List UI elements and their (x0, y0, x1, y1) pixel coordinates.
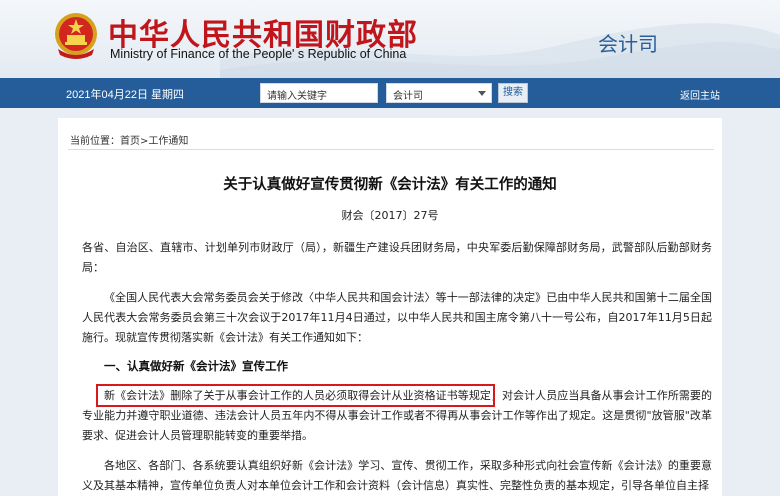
article-title: 关于认真做好宣传贯彻新《会计法》有关工作的通知 (223, 177, 557, 193)
intro-paragraph: 《全国人民代表大会常务委员会关于修改〈中华人民共和国会计法〉等十一部法律的决定》… (82, 291, 712, 344)
department-name: 会计司 (598, 32, 658, 56)
search-scope-select[interactable]: 会计司 (386, 83, 492, 103)
divider (68, 149, 714, 150)
breadcrumb: 当前位置：首页>工作通知 (70, 132, 188, 147)
content-panel: 当前位置：首页>工作通知 关于认真做好宣传贯彻新《会计法》有关工作的通知 财会〔… (58, 118, 722, 496)
highlight-box (96, 384, 495, 407)
back-home-link[interactable]: 返回主站 (680, 87, 720, 102)
national-emblem-icon[interactable] (52, 11, 100, 61)
breadcrumb-current-link[interactable]: 工作通知 (148, 136, 188, 147)
search-button[interactable]: 搜索 (498, 83, 528, 103)
current-date: 2021年04月22日 星期四 (66, 89, 184, 101)
search-scope-value: 会计司 (393, 91, 423, 102)
breadcrumb-home-link[interactable]: 首页 (120, 136, 140, 147)
site-header: 中华人民共和国财政部 Ministry of Finance of the Pe… (0, 0, 780, 78)
search-input[interactable]: 请输入关键字 (260, 83, 378, 103)
site-title-en: Ministry of Finance of the People' s Rep… (110, 47, 407, 61)
chevron-down-icon (478, 91, 486, 96)
breadcrumb-prefix: 当前位置： (70, 136, 120, 147)
body-paragraph: 各地区、各部门、各系统要认真组织好新《会计法》学习、宣传、贯彻工作，采取多种形式… (82, 459, 712, 492)
section-heading: 一、认真做好新《会计法》宣传工作 (104, 359, 288, 373)
recipients-paragraph: 各省、自治区、直辖市、计划单列市财政厅（局），新疆生产建设兵团财务局，中央军委后… (82, 241, 712, 274)
nav-bar: 2021年04月22日 星期四 请输入关键字 会计司 搜索 返回主站 (0, 78, 780, 108)
document-number: 财会〔2017〕27号 (341, 209, 439, 222)
